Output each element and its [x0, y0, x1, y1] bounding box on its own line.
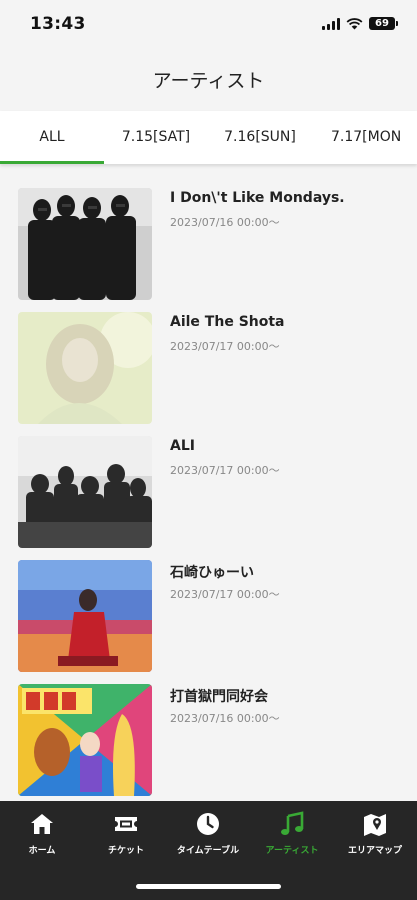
- artist-photo: [18, 188, 152, 300]
- artist-photo: [18, 560, 152, 672]
- home-indicator[interactable]: [136, 884, 281, 889]
- nav-artist-label: アーティスト: [265, 846, 319, 856]
- nav-home-label: ホーム: [28, 846, 56, 856]
- home-icon: [31, 814, 53, 834]
- artist-photo: [18, 684, 152, 796]
- nav-areamap[interactable]: エリアマップ: [333, 811, 417, 856]
- tab-all[interactable]: ALL: [0, 111, 104, 164]
- artist-date: 2023/07/16 00:00〜: [170, 712, 280, 725]
- music-note-icon: [281, 811, 304, 835]
- status-time: 13:43: [30, 14, 86, 34]
- tab-0717[interactable]: 7.17[MON: [312, 111, 417, 164]
- page-title: アーティスト: [152, 70, 265, 92]
- nav-artist[interactable]: アーティスト: [250, 811, 334, 856]
- clock-icon: [197, 813, 219, 835]
- artist-date: 2023/07/17 00:00〜: [170, 464, 280, 477]
- artist-list-item[interactable]: ALI 2023/07/17 00:00〜: [0, 424, 417, 548]
- nav-home[interactable]: ホーム: [0, 811, 84, 856]
- ticket-icon: [115, 817, 137, 831]
- status-icons: 69: [322, 17, 398, 30]
- nav-timetable[interactable]: タイムテーブル: [166, 811, 250, 856]
- battery-icon: 69: [369, 17, 398, 30]
- cellular-signal-icon: [322, 17, 340, 30]
- nav-areamap-label: エリアマップ: [347, 846, 402, 856]
- artist-list-item[interactable]: I Don\'t Like Mondays. 2023/07/16 00:00〜: [0, 176, 417, 300]
- date-filter-tabs: ALL 7.15[SAT] 7.16[SUN] 7.17[MON: [0, 111, 417, 164]
- artist-date: 2023/07/16 00:00〜: [170, 216, 280, 229]
- nav-ticket[interactable]: チケット: [84, 811, 168, 856]
- artist-photo: [18, 312, 152, 424]
- artist-list-item[interactable]: 石崎ひゅーい 2023/07/17 00:00〜: [0, 548, 417, 672]
- artist-name: I Don\'t Like Mondays.: [170, 190, 345, 206]
- nav-timetable-label: タイムテーブル: [176, 846, 240, 856]
- artist-list-item[interactable]: 打首獄門同好会 2023/07/16 00:00〜: [0, 672, 417, 796]
- artist-name: ALI: [170, 438, 195, 454]
- tab-0715[interactable]: 7.15[SAT]: [104, 111, 208, 164]
- tab-0716[interactable]: 7.16[SUN]: [208, 111, 312, 164]
- artist-photo: [18, 436, 152, 548]
- artist-list-item[interactable]: Aile The Shota 2023/07/17 00:00〜: [0, 300, 417, 424]
- wifi-icon: [346, 17, 363, 29]
- artist-name: Aile The Shota: [170, 314, 285, 330]
- nav-ticket-label: チケット: [107, 846, 144, 856]
- artist-name: 打首獄門同好会: [170, 689, 268, 705]
- artist-name: 石崎ひゅーい: [170, 565, 254, 581]
- status-bar: 13:43 69: [0, 0, 417, 52]
- map-icon: [364, 814, 386, 836]
- artist-date: 2023/07/17 00:00〜: [170, 588, 280, 601]
- artist-date: 2023/07/17 00:00〜: [170, 340, 280, 353]
